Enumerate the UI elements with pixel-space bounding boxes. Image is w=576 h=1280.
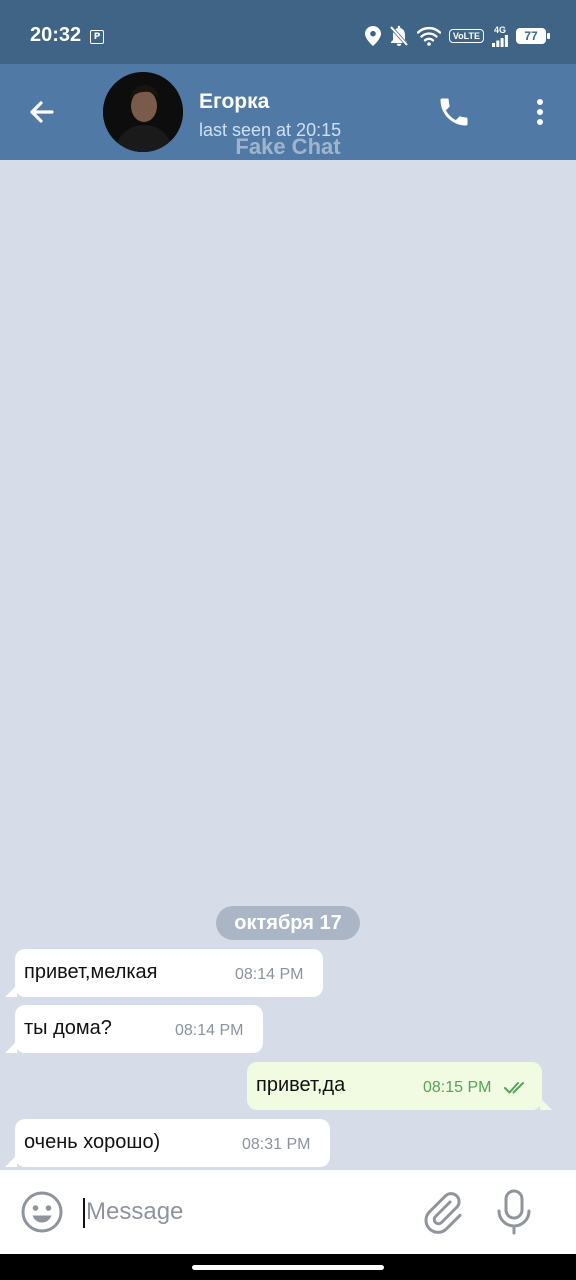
status-icons: VoLTE 4G 77 bbox=[364, 24, 550, 48]
emoji-icon[interactable] bbox=[20, 1190, 64, 1234]
message-text: очень хорошо) bbox=[24, 1131, 161, 1153]
message-time: 08:14 PM bbox=[235, 966, 304, 983]
message-text: ты дома? bbox=[24, 1017, 112, 1039]
microphone-icon[interactable] bbox=[494, 1188, 534, 1236]
watermark: Fake Chat bbox=[235, 134, 341, 159]
message-input[interactable] bbox=[86, 1192, 386, 1232]
signal-icon bbox=[492, 34, 508, 47]
message-time: 08:15 PM bbox=[423, 1079, 492, 1096]
battery-indicator: 77 bbox=[516, 28, 550, 44]
location-icon bbox=[364, 26, 381, 46]
message-list[interactable]: октября 17 привет,мелкая 08:14 PM ты дом… bbox=[0, 160, 576, 1170]
message-time: 08:14 PM bbox=[175, 1022, 244, 1039]
signal-indicator: 4G bbox=[492, 24, 508, 47]
volte-badge: VoLTE bbox=[448, 29, 484, 43]
message-bubble-incoming[interactable]: привет,мелкая 08:14 PM bbox=[5, 949, 323, 997]
phone-icon[interactable] bbox=[436, 94, 472, 130]
home-indicator[interactable] bbox=[192, 1265, 384, 1270]
message-time: 08:31 PM bbox=[242, 1136, 311, 1153]
text-caret bbox=[83, 1198, 85, 1228]
status-bar: 20:32 P VoLTE 4G 77 bbox=[0, 0, 576, 64]
message-text: привет,мелкая bbox=[24, 961, 158, 983]
message-bubble-outgoing[interactable]: привет,да 08:15 PM bbox=[247, 1062, 552, 1110]
message-text: привет,да bbox=[256, 1074, 346, 1096]
message-bubble-incoming[interactable]: очень хорошо) 08:31 PM bbox=[5, 1119, 330, 1167]
date-separator: октября 17 bbox=[216, 906, 360, 940]
contact-name[interactable]: Егорка bbox=[199, 90, 269, 114]
wifi-icon bbox=[416, 26, 441, 46]
system-nav-bar bbox=[0, 1254, 576, 1280]
paperclip-icon[interactable] bbox=[420, 1188, 464, 1236]
message-bubble-incoming[interactable]: ты дома? 08:14 PM bbox=[5, 1005, 263, 1053]
more-vertical-icon[interactable] bbox=[528, 94, 552, 130]
message-composer bbox=[0, 1170, 576, 1254]
notification-icon: P bbox=[90, 30, 104, 44]
double-check-icon bbox=[504, 1082, 524, 1094]
chat-header: Егорка last seen at 20:15 Fake Chat bbox=[0, 64, 576, 160]
status-time: 20:32 bbox=[30, 24, 82, 46]
network-type: 4G bbox=[493, 24, 506, 35]
bell-off-icon bbox=[389, 25, 409, 47]
back-arrow-icon[interactable] bbox=[22, 92, 62, 132]
